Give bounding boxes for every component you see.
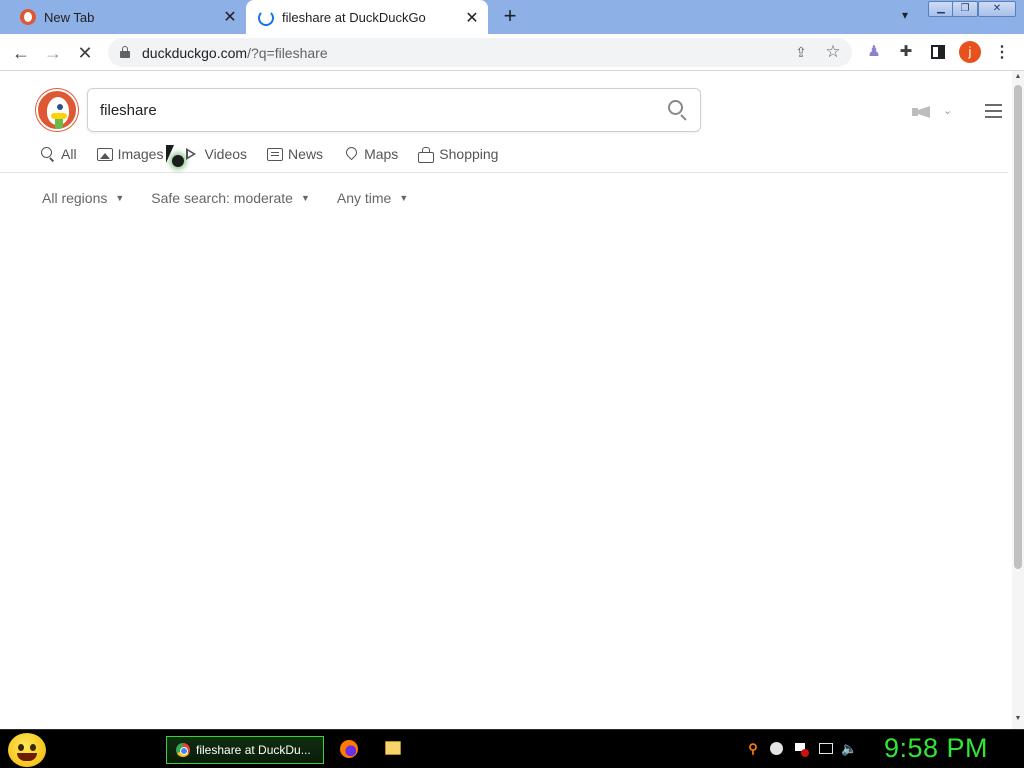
- web-page: fileshare ⌄ All Images Videos News Maps …: [0, 71, 1012, 729]
- new-tab-button[interactable]: +: [498, 5, 522, 29]
- folder-icon[interactable]: [385, 741, 401, 755]
- address-bar[interactable]: duckduckgo.com/?q=fileshare ⇪ ☆: [108, 38, 852, 67]
- search-vertical-tabs: All Images Videos News Maps Shopping: [40, 144, 518, 164]
- caret-down-icon: ▼: [399, 193, 409, 203]
- start-button-smiley-icon[interactable]: [8, 733, 46, 767]
- tab-label: Maps: [364, 146, 399, 162]
- caret-down-icon: ▼: [300, 193, 310, 203]
- side-panel-icon[interactable]: [928, 42, 948, 62]
- scroll-up-arrow-icon[interactable]: ▲: [1012, 73, 1024, 81]
- search-icon[interactable]: [668, 100, 688, 121]
- time-filter-dropdown[interactable]: Any time ▼: [337, 190, 408, 206]
- kebab-menu-icon[interactable]: ⋮: [992, 42, 1012, 62]
- page-scrollbar[interactable]: ▲ ▼: [1012, 71, 1024, 729]
- tray-volume-icon[interactable]: 🔈: [841, 741, 857, 757]
- search-icon: [40, 146, 56, 162]
- share-icon[interactable]: ⇪: [792, 44, 810, 62]
- url-host: duckduckgo.com: [142, 45, 248, 61]
- stop-loading-icon[interactable]: ✕: [72, 40, 98, 66]
- forward-arrow-icon[interactable]: →: [40, 40, 66, 66]
- loading-spinner-icon: [258, 9, 274, 26]
- tab-images[interactable]: Images: [96, 144, 164, 164]
- tab-shopping[interactable]: Shopping: [418, 144, 498, 164]
- filter-label: Safe search: moderate: [151, 190, 293, 206]
- tab-close-icon[interactable]: ✕: [220, 7, 240, 27]
- tab-label: News: [288, 146, 324, 162]
- firefox-icon[interactable]: [340, 740, 358, 758]
- taskbar-window-label: fileshare at DuckDu...: [196, 743, 311, 757]
- tray-search-icon[interactable]: ⚲: [745, 741, 761, 757]
- url-text[interactable]: duckduckgo.com/?q=fileshare: [142, 45, 328, 61]
- shopping-bag-icon: [418, 146, 435, 163]
- extensions-puzzle-icon[interactable]: ✚: [896, 42, 916, 62]
- tray-action-center-flag-icon[interactable]: [793, 741, 809, 757]
- chevron-down-icon[interactable]: ⌄: [943, 104, 952, 117]
- filter-label: All regions: [42, 190, 108, 206]
- lock-icon[interactable]: [120, 46, 130, 58]
- chrome-icon: [176, 743, 190, 757]
- divider: [0, 172, 1008, 173]
- tab-label: Shopping: [439, 146, 499, 162]
- tab-title: New Tab: [44, 9, 95, 25]
- megaphone-icon[interactable]: [912, 103, 938, 119]
- region-filter-dropdown[interactable]: All regions ▼: [42, 190, 124, 206]
- search-filters: All regions ▼ Safe search: moderate ▼ Any …: [42, 190, 435, 206]
- window-restore-button[interactable]: ❐: [952, 1, 978, 17]
- tab-all[interactable]: All: [40, 144, 77, 164]
- profile-avatar[interactable]: j: [959, 41, 981, 63]
- scroll-down-arrow-icon[interactable]: ▼: [1012, 715, 1024, 723]
- back-arrow-icon[interactable]: ←: [8, 40, 34, 66]
- tab-new-tab[interactable]: New Tab ✕: [0, 0, 246, 34]
- tray-network-icon[interactable]: [817, 741, 833, 757]
- search-input[interactable]: fileshare: [100, 102, 157, 119]
- image-icon: [96, 147, 113, 161]
- caret-down-icon: ▼: [115, 193, 125, 203]
- window-minimize-button[interactable]: ▁: [928, 1, 954, 17]
- map-pin-icon: [343, 146, 359, 162]
- tab-maps[interactable]: Maps: [343, 144, 398, 164]
- tab-label: Videos: [204, 146, 248, 162]
- filter-label: Any time: [336, 190, 392, 206]
- tab-search-chevron-icon[interactable]: ▾: [896, 8, 914, 26]
- browser-tab-strip: New Tab ✕ fileshare at DuckDuckGo ✕ + ▾ …: [0, 0, 1024, 35]
- tab-news[interactable]: News: [267, 144, 323, 164]
- taskbar-clock[interactable]: 9:58 PM: [884, 733, 988, 764]
- taskbar: fileshare at DuckDu... ⚲ 🔈 9:58 PM: [0, 729, 1024, 768]
- busy-cursor-icon: [166, 145, 188, 173]
- url-path: /?q=fileshare: [247, 45, 328, 61]
- tab-fileshare-duckduckgo[interactable]: fileshare at DuckDuckGo ✕: [246, 0, 488, 35]
- duckduckgo-favicon-icon: [20, 9, 36, 25]
- duckduckgo-logo[interactable]: [36, 89, 78, 131]
- duckduckgo-extension-icon[interactable]: ♟: [864, 42, 884, 62]
- hamburger-menu-icon[interactable]: [985, 104, 1002, 118]
- browser-toolbar: ← → ✕ duckduckgo.com/?q=fileshare ⇪ ☆ ♟ …: [0, 34, 1024, 71]
- newspaper-icon: [267, 147, 284, 161]
- tab-label: All: [61, 146, 77, 162]
- safe-search-dropdown[interactable]: Safe search: moderate ▼: [151, 190, 310, 206]
- bookmark-star-icon[interactable]: ☆: [824, 42, 842, 61]
- tab-videos[interactable]: Videos: [183, 144, 247, 164]
- search-box[interactable]: fileshare: [87, 88, 701, 132]
- tab-close-icon[interactable]: ✕: [462, 8, 482, 28]
- tray-messenger-icon[interactable]: [769, 741, 785, 757]
- tab-title: fileshare at DuckDuckGo: [282, 10, 426, 25]
- tab-label: Images: [117, 146, 164, 162]
- taskbar-chrome-window[interactable]: fileshare at DuckDu...: [166, 736, 324, 764]
- window-close-button[interactable]: ✕: [978, 1, 1016, 17]
- scroll-thumb[interactable]: [1014, 85, 1022, 569]
